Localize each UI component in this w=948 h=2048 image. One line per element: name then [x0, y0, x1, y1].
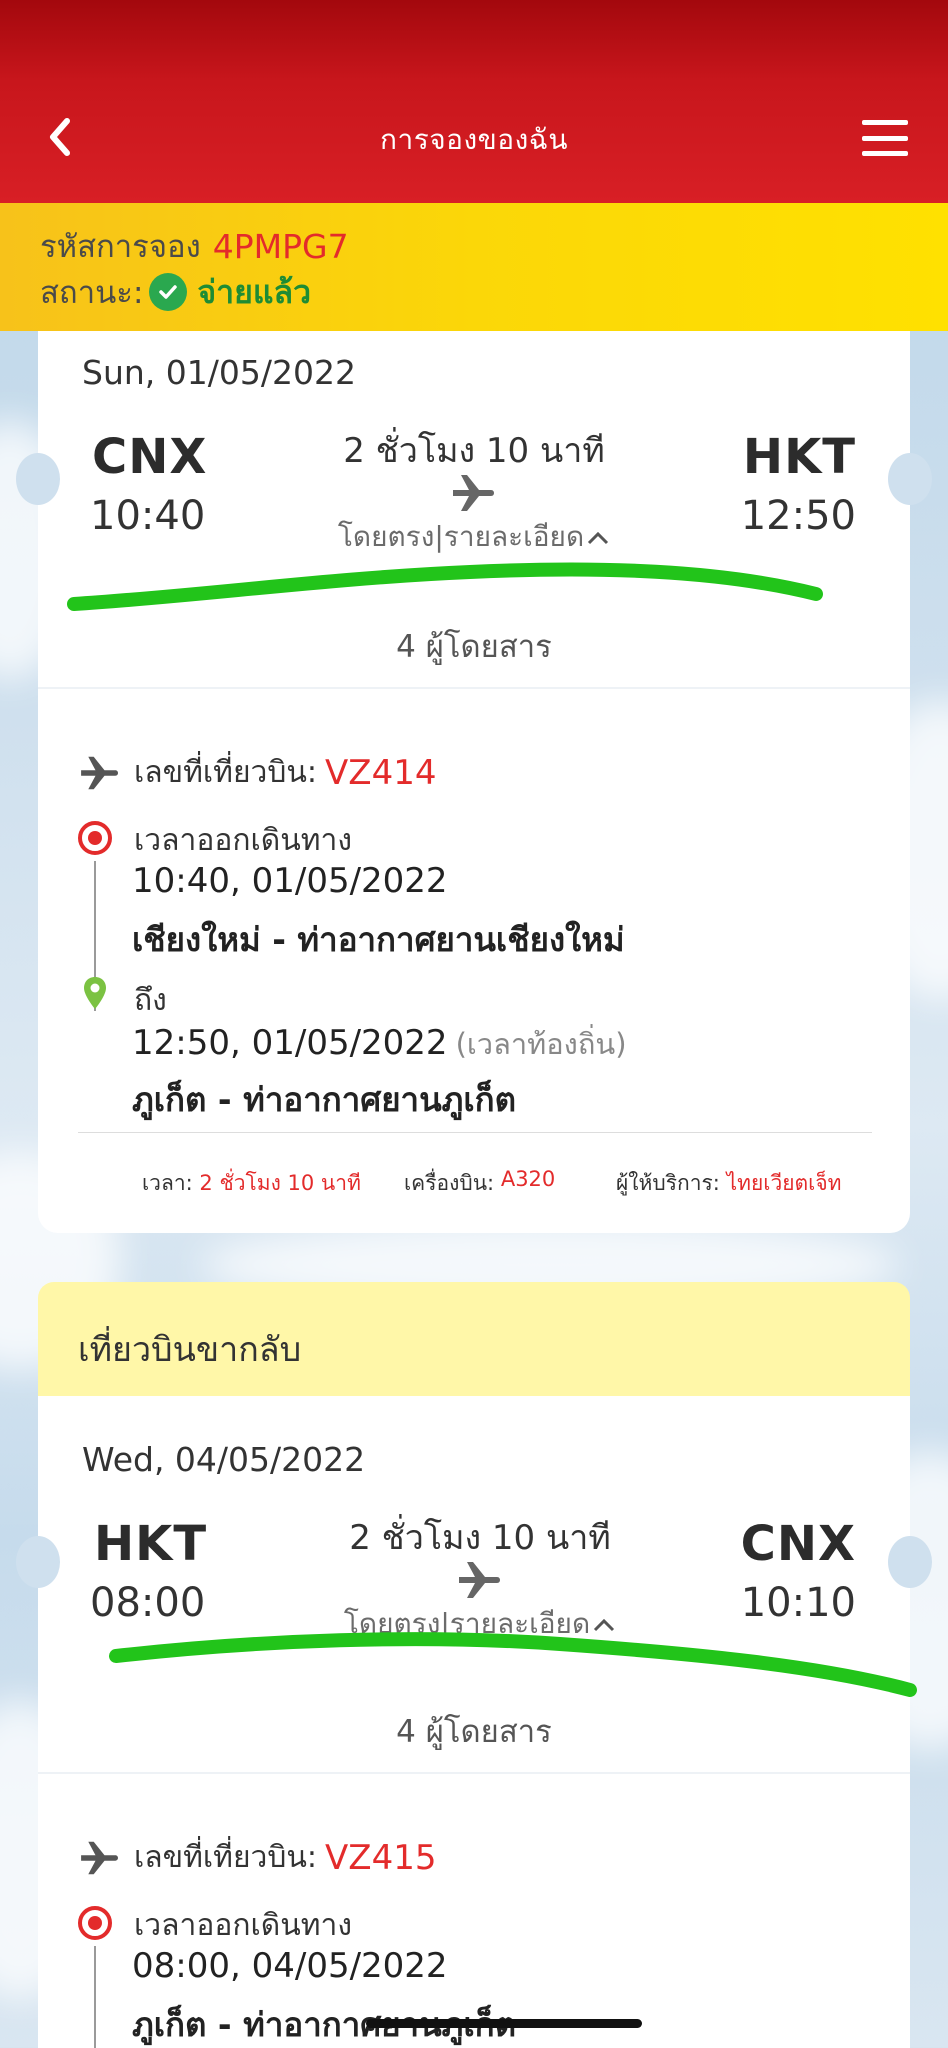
airplane-icon: [453, 475, 494, 511]
departure-label: เวลาออกเดินทาง: [134, 1908, 353, 1943]
flight-meta: เวลา: 2 ชั่วโมง 10 นาที: [142, 1167, 361, 1200]
flight-duration: 2 ชั่วโมง 10 นาที: [349, 1518, 611, 1558]
booking-summary: รหัสการจอง 4PMPG7 สถานะ: จ่ายแล้ว: [0, 203, 948, 331]
menu-button[interactable]: [862, 120, 908, 156]
home-indicator[interactable]: [366, 2019, 642, 2028]
airplane-icon: [81, 1841, 118, 1874]
status-label: สถานะ:: [40, 275, 144, 311]
route-details-toggle[interactable]: โดยตรง|รายละเอียด: [280, 1602, 680, 1646]
flight-number-row: เลขที่เที่ยวบิน: VZ414: [78, 749, 437, 796]
arrival-airport: ภูเก็ต - ท่าอากาศยานภูเก็ต: [132, 1080, 517, 1119]
destination-code: HKT: [742, 429, 856, 485]
route-details-toggle[interactable]: โดยตรง|รายละเอียด: [274, 515, 674, 559]
target-dot-icon: [78, 1906, 112, 1940]
flight-number: VZ415: [325, 1837, 437, 1878]
departure-label: เวลาออกเดินทาง: [134, 823, 353, 858]
arrival-time: 10:10: [740, 1580, 856, 1626]
check-circle-icon: [149, 273, 188, 311]
duration-value: 2 ชั่วโมง 10 นาที: [199, 1171, 361, 1195]
status-badge: จ่ายแล้ว: [197, 272, 312, 311]
booking-code-label: รหัสการจอง: [40, 229, 201, 265]
page-title: การจองของฉัน: [380, 123, 568, 156]
booking-code: 4PMPG7: [212, 226, 349, 266]
airplane-icon: [459, 1562, 500, 1598]
origin-code: HKT: [94, 1516, 208, 1572]
aircraft-value: A320: [500, 1167, 556, 1191]
return-flight-banner: เที่ยวบินขากลับ: [38, 1282, 910, 1396]
target-dot-icon: [78, 821, 112, 855]
arrival-datetime-row: 12:50, 01/05/2022 (เวลาท้องถิ่น): [132, 1021, 627, 1067]
operator-value: ไทยเวียตเจ็ท: [726, 1171, 842, 1195]
flight-duration: 2 ชั่วโมง 10 นาที: [343, 431, 605, 471]
flight-date: Wed, 04/05/2022: [82, 1440, 366, 1479]
passenger-count: 4 ผู้โดยสาร: [396, 629, 552, 665]
origin-code: CNX: [92, 429, 208, 485]
departure-airport: เชียงใหม่ - ท่าอากาศยานเชียงใหม่: [132, 920, 625, 959]
chevron-up-icon: [594, 1618, 615, 1632]
flight-number: VZ414: [325, 752, 437, 793]
map-pin-icon: [84, 977, 106, 1009]
chevron-up-icon: [588, 531, 609, 545]
local-time-note: (เวลาท้องถิ่น): [455, 1027, 627, 1061]
app-header: การจองของฉัน: [0, 0, 948, 203]
flight-date: Sun, 01/05/2022: [82, 353, 356, 392]
hamburger-menu-icon: [862, 120, 908, 125]
departure-time: 10:40: [90, 493, 206, 539]
airplane-icon: [81, 756, 118, 789]
inbound-flight-card: Wed, 04/05/2022 HKT 08:00 CNX 10:10 2 ชั…: [16, 1396, 932, 2048]
arrival-label: ถึง: [134, 983, 167, 1018]
departure-datetime: 10:40, 01/05/2022: [132, 861, 448, 901]
departure-datetime: 08:00, 04/05/2022: [132, 1946, 448, 1986]
outbound-flight-card: Sun, 01/05/2022 CNX 10:40 HKT 12:50 2 ชั…: [16, 331, 932, 1233]
passenger-count: 4 ผู้โดยสาร: [396, 1714, 552, 1750]
arrival-datetime: 12:50, 01/05/2022: [132, 1023, 448, 1063]
departure-time: 08:00: [90, 1580, 206, 1626]
flight-number-row: เลขที่เที่ยวบิน: VZ415: [78, 1834, 437, 1881]
arrival-time: 12:50: [740, 493, 856, 539]
destination-code: CNX: [740, 1516, 856, 1572]
